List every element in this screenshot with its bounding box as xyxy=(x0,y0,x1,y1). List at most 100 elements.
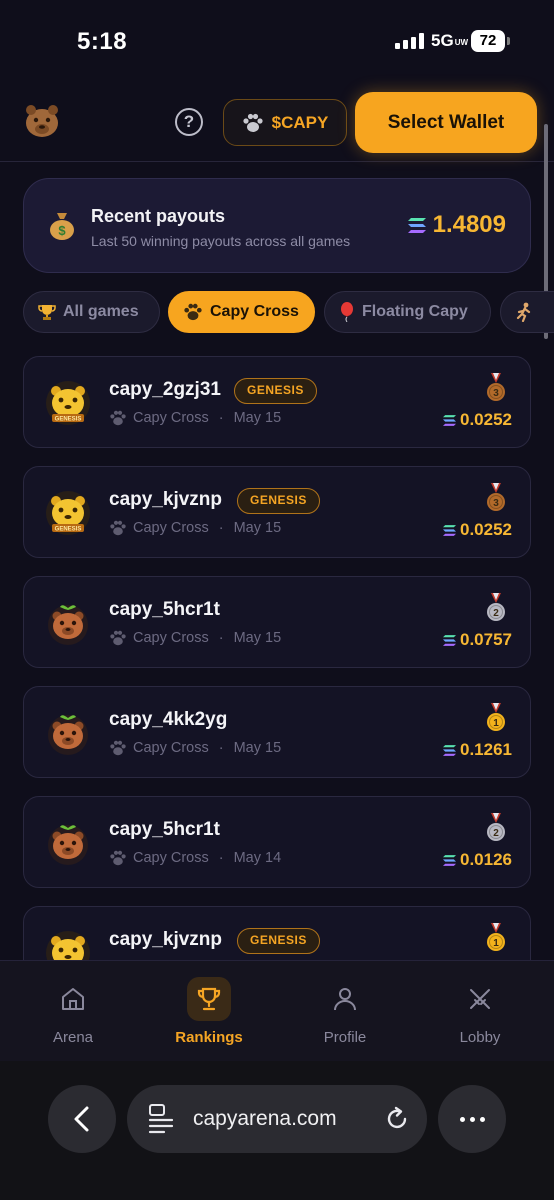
payout-row[interactable]: capy_4kk2yg Capy Cross · May 15 1 0.1261 xyxy=(23,686,531,778)
balloon-icon xyxy=(341,302,353,322)
more-options-button[interactable] xyxy=(438,1085,506,1153)
medal-rank: 2 xyxy=(493,828,499,839)
runner-icon xyxy=(516,302,531,322)
capy-logo-icon[interactable] xyxy=(22,100,62,140)
nav-arena[interactable]: Arena xyxy=(18,977,128,1053)
separator-dot: · xyxy=(218,520,224,536)
game-name: Capy Cross xyxy=(133,630,209,646)
nav-label: Arena xyxy=(52,1029,94,1046)
golden-capy-avatar-icon: GENESIS xyxy=(46,381,90,425)
browser-bar: capyarena.com xyxy=(0,1061,554,1200)
game-name: Capy Cross xyxy=(133,520,209,536)
row-meta: Capy Cross · May 15 xyxy=(109,520,281,536)
payout-amount: 0.0252 xyxy=(443,520,512,540)
solana-icon xyxy=(443,744,456,756)
svg-text:GENESIS: GENESIS xyxy=(55,417,82,423)
payouts-total-value: 1.4809 xyxy=(432,211,506,238)
tab-all-games[interactable]: All games xyxy=(23,291,160,333)
paw-icon xyxy=(110,740,126,756)
person-icon xyxy=(334,988,356,1011)
medal-rank: 3 xyxy=(493,498,499,509)
payout-date: May 15 xyxy=(233,740,282,756)
separator-dot: · xyxy=(218,410,224,426)
game-name: Capy Cross xyxy=(133,850,209,866)
capy-token-button[interactable]: $CAPY xyxy=(223,99,347,146)
home-icon xyxy=(62,988,84,1010)
trophy-icon xyxy=(38,305,56,320)
payout-row[interactable]: GENESIScapy_kjvznpGENESISCapy Cross·1 xyxy=(23,906,531,960)
select-wallet-button[interactable]: Select Wallet xyxy=(355,92,537,153)
game-name: Capy Cross xyxy=(133,740,209,756)
golden-capy-avatar-icon: GENESIS xyxy=(46,491,90,535)
payout-amount-value: 0.1261 xyxy=(460,740,512,759)
app-header: ? $CAPY Select Wallet xyxy=(0,82,554,162)
back-button[interactable] xyxy=(48,1085,116,1153)
payout-amount: 0.0252 xyxy=(443,410,512,430)
reload-icon[interactable] xyxy=(383,1105,411,1133)
game-name: Capy Cross xyxy=(133,410,209,426)
payout-amount-value: 0.0757 xyxy=(460,630,512,649)
tab-label: All games xyxy=(63,303,139,320)
solana-icon xyxy=(443,414,456,426)
payouts-title: Recent payouts xyxy=(91,206,226,226)
bottom-nav: Arena Rankings Profile Lobby xyxy=(0,960,554,1061)
username: capy_kjvznp xyxy=(109,929,222,950)
payout-amount: 0.0757 xyxy=(443,630,512,650)
sprout-capy-avatar-icon xyxy=(48,715,88,755)
payout-amount: 0.0126 xyxy=(443,850,512,870)
signal-icon xyxy=(395,33,424,49)
solana-icon xyxy=(407,217,426,233)
username: capy_kjvznp xyxy=(109,489,222,510)
payout-row[interactable]: capy_5hcr1t Capy Cross · May 15 2 0.0757 xyxy=(23,576,531,668)
rank-medal-icon: 2 xyxy=(487,593,505,621)
network-indicator: 5GUW xyxy=(431,31,469,50)
tab-floating-capy[interactable]: Floating Capy xyxy=(324,291,491,333)
nav-profile[interactable]: Profile xyxy=(290,977,400,1053)
medal-rank: 3 xyxy=(493,388,499,399)
golden-capy-avatar-icon: GENESIS xyxy=(46,931,90,960)
svg-text:$: $ xyxy=(58,223,66,238)
paw-icon xyxy=(184,303,202,321)
payout-row[interactable]: capy_5hcr1t Capy Cross · May 14 2 0.0126 xyxy=(23,796,531,888)
paw-icon xyxy=(110,520,126,536)
tab-label: Floating Capy xyxy=(362,303,468,320)
payout-date: May 15 xyxy=(233,520,282,536)
medal-rank: 2 xyxy=(493,608,499,619)
payouts-subtitle: Last 50 winning payouts across all games xyxy=(91,233,351,249)
solana-icon xyxy=(443,854,456,866)
medal-rank: 1 xyxy=(493,938,499,949)
payout-amount-value: 0.0126 xyxy=(460,850,512,869)
battery-icon: 72 xyxy=(471,30,505,52)
tab-label: Capy Cross xyxy=(210,303,299,320)
username: capy_5hcr1t xyxy=(109,819,220,840)
row-meta: Capy Cross · May 15 xyxy=(109,630,281,646)
payout-date: May 14 xyxy=(233,850,282,866)
genesis-badge: GENESIS xyxy=(234,378,317,404)
nav-label: Profile xyxy=(323,1029,367,1046)
nav-lobby[interactable]: Lobby xyxy=(425,977,535,1053)
payout-row[interactable]: GENESIS capy_kjvznp GENESIS Capy Cross · May … xyxy=(23,466,531,558)
rank-medal-icon: 3 xyxy=(487,373,505,401)
chevron-left-icon xyxy=(74,1106,89,1132)
payout-row[interactable]: GENESIS capy_2gzj31 GENESIS Capy Cross · May … xyxy=(23,356,531,448)
genesis-badge: GENESIS xyxy=(237,488,320,514)
row-meta: Capy Cross · May 15 xyxy=(109,740,281,756)
username: capy_2gzj31 xyxy=(109,379,221,400)
swords-icon xyxy=(470,989,490,1009)
payout-amount-value: 0.0252 xyxy=(460,410,512,429)
payouts-total: 1.4809 xyxy=(407,211,506,239)
username: capy_5hcr1t xyxy=(109,599,220,620)
tab-capy-cross[interactable]: Capy Cross xyxy=(168,291,315,333)
page-settings-icon xyxy=(148,1104,174,1134)
rank-medal-icon: 3 xyxy=(487,483,505,511)
money-bag-icon: $ xyxy=(50,213,74,240)
url-field[interactable]: capyarena.com xyxy=(127,1085,427,1153)
sprout-capy-avatar-icon xyxy=(48,825,88,865)
tab-runner-game[interactable] xyxy=(500,291,554,333)
payout-amount-value: 0.0252 xyxy=(460,520,512,539)
genesis-badge: GENESIS xyxy=(237,928,320,954)
rank-medal-icon: 1 xyxy=(487,703,505,731)
nav-rankings[interactable]: Rankings xyxy=(154,977,264,1053)
help-button[interactable]: ? xyxy=(175,108,203,136)
status-time: 5:18 xyxy=(77,28,128,55)
